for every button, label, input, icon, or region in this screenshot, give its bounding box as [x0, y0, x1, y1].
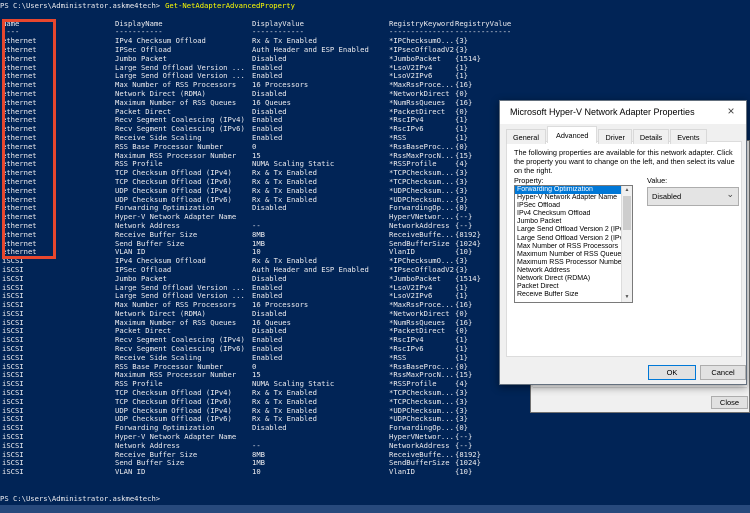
- dialog-tabs: General Advanced Driver Details Events: [506, 126, 708, 144]
- tab-events[interactable]: Events: [670, 129, 707, 144]
- property-list-item[interactable]: Forwarding Optimization: [515, 186, 623, 195]
- value-label: Value:: [647, 176, 668, 185]
- close-button[interactable]: Close: [711, 396, 748, 409]
- table-row: ethernet Large Send Offload Version ... En…: [0, 63, 750, 73]
- property-list-item[interactable]: Large Send Offload Version 2 (IPv4): [515, 226, 623, 234]
- command-text: Get-NetAdapterAdvancedProperty: [165, 1, 295, 10]
- property-label: Property:: [514, 176, 544, 185]
- property-list-item[interactable]: Network Address: [515, 267, 623, 275]
- screenshot-root: PS C:\Users\Administrator.askme4tech> Get…: [0, 0, 750, 513]
- dialog-button-row: OK Cancel: [500, 365, 748, 381]
- command-line: PS C:\Users\Administrator.askme4tech> Get…: [0, 1, 750, 11]
- table-row: iSCSI VLAN ID 10 VlanID {10}: [0, 467, 750, 477]
- name-column-highlight-box: [2, 19, 56, 259]
- property-list-item[interactable]: Max Number of RSS Processors: [515, 243, 623, 251]
- property-list-item[interactable]: Maximum Number of RSS Queues: [515, 251, 623, 259]
- tab-advanced[interactable]: Advanced: [546, 126, 598, 143]
- trailing-prompt-line[interactable]: PS C:\Users\Administrator.askme4tech>: [0, 493, 750, 504]
- table-row: ethernet Large Send Offload Version ... En…: [0, 72, 750, 81]
- cell-dv: Disabled: [252, 203, 287, 213]
- property-list-item[interactable]: Packet Direct: [515, 283, 623, 291]
- hyperv-adapter-properties-dialog: Microsoft Hyper-V Network Adapter Proper…: [499, 100, 747, 385]
- table-header-row: Name DisplayName DisplayValue RegistryKe…: [0, 19, 750, 29]
- cell-dv: Enabled: [252, 132, 283, 142]
- property-list-items: Forwarding Optimization Hyper-V Network A…: [515, 186, 632, 299]
- table-row: iSCSI Hyper-V Network Adapter Name HyperVN…: [0, 432, 750, 442]
- tab-driver[interactable]: Driver: [598, 129, 632, 144]
- value-dropdown-selected: Disabled: [652, 192, 682, 201]
- table-row: ethernet IPv4 Checksum Offload Rx & Tx Ena…: [0, 36, 750, 46]
- cell-dv: Enabled: [252, 352, 283, 362]
- property-list-item[interactable]: Hyper-V Network Adapter Name: [515, 194, 623, 202]
- property-list-item[interactable]: Large Send Offload Version 2 (IPv6): [515, 235, 623, 243]
- cancel-button[interactable]: Cancel: [700, 365, 746, 380]
- table-row: iSCSI Forwarding Optimization Disabled Forw…: [0, 423, 750, 433]
- chevron-down-icon: ⌄: [726, 189, 734, 199]
- table-row: ethernet Network Direct (RDMA) Disabled *Ne…: [0, 89, 750, 99]
- tab-general[interactable]: General: [506, 129, 546, 144]
- cell-dn: VLAN ID: [115, 467, 146, 477]
- table-row: ethernet Jumbo Packet Disabled *JumboPacket…: [0, 54, 750, 64]
- prompt-text: PS C:\Users\Administrator.askme4tech>: [0, 1, 161, 10]
- cell-rk: VlanID: [389, 467, 415, 477]
- dialog-titlebar[interactable]: Microsoft Hyper-V Network Adapter Proper…: [500, 101, 746, 124]
- table-row: ethernet IPSec Offload Auth Header and ESP…: [0, 45, 750, 55]
- taskbar-edge-strip[interactable]: [0, 505, 750, 513]
- cell-name: iSCSI: [2, 467, 24, 477]
- scroll-up-icon[interactable]: ▲: [622, 186, 632, 195]
- close-icon[interactable]: ×: [723, 104, 739, 118]
- table-row: iSCSI Receive Buffer Size 8MB ReceiveBuffe.…: [0, 450, 750, 460]
- advanced-tab-page: The following properties are available f…: [506, 141, 742, 357]
- cell-dv: 10: [252, 467, 261, 477]
- table-row: iSCSI Network Address -- NetworkAddress {--}: [0, 441, 750, 451]
- property-list-item[interactable]: Network Direct (RDMA): [515, 275, 623, 283]
- dialog-description: The following properties are available f…: [514, 148, 735, 175]
- ok-button[interactable]: OK: [648, 365, 696, 380]
- prompt-text: PS C:\Users\Administrator.askme4tech>: [0, 493, 161, 503]
- property-list-item[interactable]: Jumbo Packet: [515, 218, 623, 226]
- cell-rv: {10}: [455, 467, 473, 477]
- property-listbox[interactable]: Forwarding Optimization Hyper-V Network A…: [514, 185, 633, 303]
- scroll-down-icon[interactable]: ▼: [622, 293, 632, 302]
- table-row: iSCSI Send Buffer Size 1MB SendBufferSize {1…: [0, 459, 750, 468]
- cell-dv: Disabled: [252, 423, 287, 433]
- property-list-item[interactable]: Maximum RSS Processor Number: [515, 259, 623, 267]
- property-list-item[interactable]: Receive Buffer Size: [515, 291, 623, 299]
- property-list-item[interactable]: IPv4 Checksum Offload: [515, 210, 623, 218]
- listbox-scrollbar[interactable]: ▲ ▼: [621, 186, 632, 302]
- property-list-item[interactable]: IPSec Offload: [515, 202, 623, 210]
- table-row: iSCSI UDP Checksum Offload (IPv6) Rx & Tx …: [0, 415, 750, 424]
- dialog-title: Microsoft Hyper-V Network Adapter Proper…: [510, 107, 695, 117]
- scrollbar-thumb[interactable]: [623, 196, 631, 230]
- table-header-underline-row: ---- ----------- ------------ ----------…: [0, 28, 750, 37]
- value-dropdown[interactable]: Disabled ⌄: [647, 187, 739, 206]
- table-row: ethernet Max Number of RSS Processors 16 P…: [0, 80, 750, 90]
- tab-details[interactable]: Details: [632, 129, 670, 144]
